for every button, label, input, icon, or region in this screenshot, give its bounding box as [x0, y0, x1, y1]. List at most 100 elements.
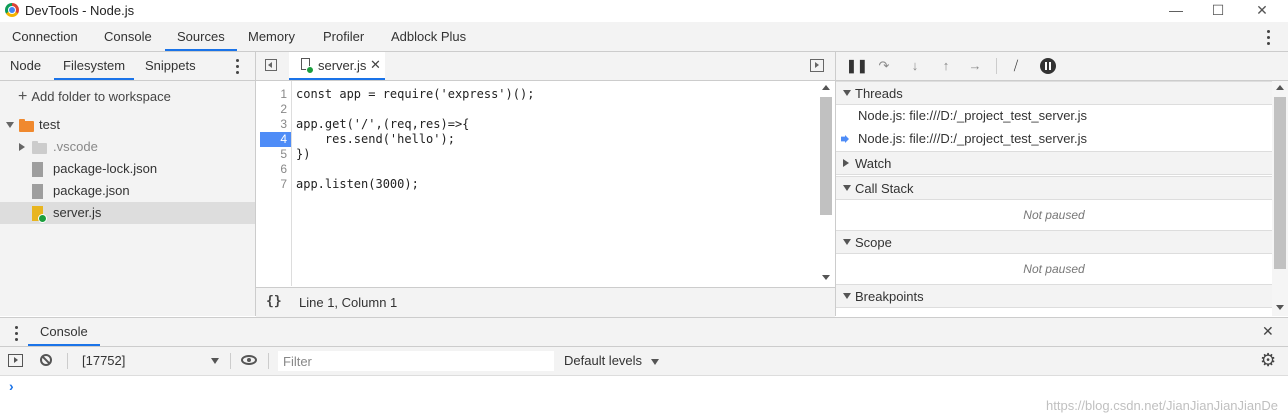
- debugger-sidebar: ❚❚ ↷ ↓ ↑ → ⧸ Threads Node.js: file:///D:…: [836, 52, 1288, 316]
- debugger-toolbar: ❚❚ ↷ ↓ ↑ → ⧸: [836, 52, 1288, 81]
- line-number[interactable]: 1: [280, 87, 287, 102]
- scroll-thumb[interactable]: [820, 97, 832, 215]
- filter-input[interactable]: [278, 351, 554, 371]
- plus-icon: +: [18, 88, 28, 105]
- scroll-up-icon[interactable]: [822, 85, 830, 90]
- tab-console[interactable]: Console: [104, 22, 152, 51]
- tab-node[interactable]: Node: [10, 52, 41, 80]
- maximize-button[interactable]: ☐: [1196, 0, 1240, 22]
- toolbar-divider: [268, 353, 269, 369]
- tree-item-label: server.js: [53, 205, 102, 220]
- dropdown-arrow-icon: [650, 358, 659, 365]
- file-icon: [32, 184, 43, 199]
- step-icon[interactable]: →: [967, 58, 983, 74]
- line-number[interactable]: 6: [280, 162, 287, 177]
- gear-icon[interactable]: ⚙: [1260, 350, 1276, 371]
- step-into-icon[interactable]: ↓: [907, 58, 923, 74]
- editor-status-bar: {} Line 1, Column 1: [256, 287, 835, 317]
- eye-icon[interactable]: [241, 355, 257, 365]
- scroll-up-icon[interactable]: [1276, 85, 1284, 90]
- scope-section-header[interactable]: Scope: [836, 230, 1272, 254]
- threads-section-header[interactable]: Threads: [836, 81, 1272, 105]
- deactivate-breakpoints-icon[interactable]: ⧸: [1008, 58, 1024, 74]
- add-folder-button[interactable]: + Add folder to workspace: [18, 88, 171, 106]
- chevron-down-icon: [6, 122, 14, 128]
- tree-item-server-js[interactable]: server.js: [0, 202, 255, 224]
- navigator-tabs: Node Filesystem Snippets: [0, 52, 255, 81]
- folder-icon: [32, 141, 47, 154]
- scroll-down-icon[interactable]: [822, 275, 830, 280]
- line-number[interactable]: 3: [280, 117, 287, 132]
- call-stack-section-header[interactable]: Call Stack: [836, 176, 1272, 200]
- code-line[interactable]: app.listen(3000);: [296, 177, 419, 192]
- tree-item-label: package.json: [53, 183, 130, 198]
- code-line[interactable]: app.get('/',(req,res)=>{: [296, 117, 469, 132]
- line-number[interactable]: 7: [280, 177, 287, 192]
- thread-item-current[interactable]: Node.js: file:///D:/_project_test_server…: [836, 128, 1272, 150]
- drawer-menu-icon[interactable]: [15, 326, 18, 341]
- pause-icon[interactable]: ❚❚: [846, 58, 868, 74]
- chevron-down-icon: [843, 293, 851, 299]
- toolbar-divider: [67, 353, 68, 369]
- tab-filesystem[interactable]: Filesystem: [54, 52, 135, 80]
- line-number[interactable]: 5: [280, 147, 287, 162]
- watermark: https://blog.csdn.net/JianJianJianJianDe: [1046, 398, 1278, 413]
- pretty-print-icon[interactable]: {}: [266, 294, 282, 309]
- tab-sources[interactable]: Sources: [165, 22, 237, 51]
- cursor-position: Line 1, Column 1: [299, 295, 398, 310]
- toggle-debugger-icon[interactable]: [810, 59, 824, 72]
- scope-status: Not paused: [1023, 262, 1085, 276]
- close-window-button[interactable]: ✕: [1240, 0, 1284, 22]
- editor-tab-server-js[interactable]: server.js ✕: [289, 52, 385, 80]
- navigator-menu-icon[interactable]: [236, 59, 239, 74]
- tab-connection[interactable]: Connection: [12, 22, 78, 51]
- minimize-button[interactable]: —: [1154, 0, 1198, 22]
- step-out-icon[interactable]: ↑: [938, 58, 954, 74]
- tree-item-vscode[interactable]: .vscode: [0, 136, 255, 158]
- chevron-down-icon: [843, 90, 851, 96]
- thread-item[interactable]: Node.js: file:///D:/_project_test_server…: [836, 105, 1272, 127]
- debugger-scrollbar[interactable]: [1272, 81, 1288, 316]
- code-line[interactable]: const app = require('express')();: [296, 87, 534, 102]
- breakpoints-section-header[interactable]: Breakpoints: [836, 284, 1272, 308]
- close-drawer-icon[interactable]: ✕: [1262, 323, 1274, 340]
- scroll-down-icon[interactable]: [1276, 305, 1284, 310]
- more-options-icon[interactable]: [1266, 30, 1270, 45]
- window-title: DevTools - Node.js: [25, 3, 135, 18]
- watch-section-header[interactable]: Watch: [836, 151, 1272, 175]
- breakpoint-marker[interactable]: 4: [260, 132, 291, 147]
- show-sidebar-icon[interactable]: [8, 354, 23, 367]
- line-gutter[interactable]: 1 2 3 4 5 6 7: [256, 81, 292, 286]
- context-selector[interactable]: [17752]: [82, 347, 222, 375]
- editor-tab-label: server.js: [318, 58, 367, 73]
- chevron-down-icon: [843, 239, 851, 245]
- pause-on-exceptions-icon[interactable]: [1040, 58, 1056, 74]
- drawer-tab-console[interactable]: Console: [28, 318, 100, 346]
- console-drawer: Console ✕ [17752] Default levels ⚙ › htt…: [0, 317, 1288, 419]
- step-over-icon[interactable]: ↷: [876, 58, 892, 74]
- tree-item-package-json[interactable]: package.json: [0, 180, 255, 202]
- clear-console-icon[interactable]: [40, 354, 52, 366]
- tree-item-package-lock[interactable]: package-lock.json: [0, 158, 255, 180]
- title-bar: DevTools - Node.js — ☐ ✕: [0, 0, 1288, 22]
- tab-profiler[interactable]: Profiler: [323, 22, 364, 51]
- dropdown-arrow-icon: [211, 358, 219, 364]
- chevron-right-icon: [843, 159, 849, 167]
- editor-scrollbar[interactable]: [819, 81, 833, 286]
- toggle-navigator-icon[interactable]: [265, 59, 277, 71]
- line-number[interactable]: 2: [280, 102, 287, 117]
- scroll-thumb[interactable]: [1274, 97, 1286, 269]
- log-levels-dropdown[interactable]: Default levels: [564, 347, 659, 375]
- code-line[interactable]: res.send('hello');: [296, 132, 455, 147]
- tab-memory[interactable]: Memory: [248, 22, 295, 51]
- tree-item-test[interactable]: test: [0, 114, 255, 136]
- code-line[interactable]: }): [296, 147, 310, 162]
- current-thread-arrow-icon: [841, 135, 849, 143]
- console-prompt[interactable]: ›: [9, 378, 14, 394]
- mapped-status-icon: [306, 66, 314, 74]
- tab-snippets[interactable]: Snippets: [145, 52, 196, 80]
- close-tab-icon[interactable]: ✕: [370, 57, 381, 73]
- tree-item-label: .vscode: [53, 139, 98, 154]
- tree-item-label: test: [39, 117, 60, 132]
- tab-adblock-plus[interactable]: Adblock Plus: [391, 22, 466, 51]
